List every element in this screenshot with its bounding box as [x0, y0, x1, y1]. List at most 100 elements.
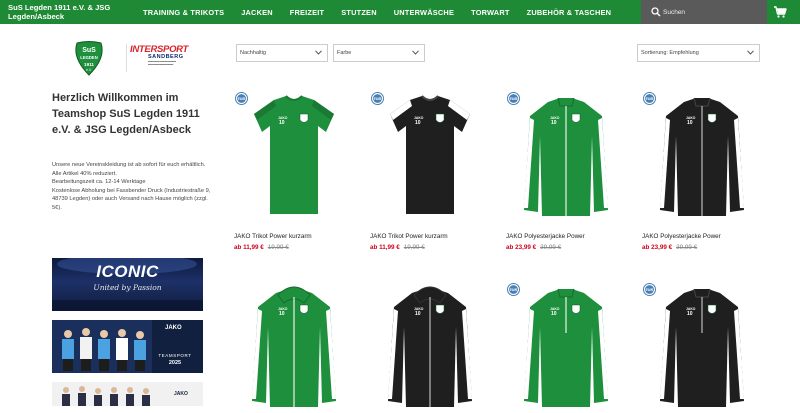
shirt-brand: JAKO	[278, 116, 288, 120]
product-name[interactable]: JAKO Trikot Power kurzarm	[370, 233, 448, 240]
club-logo-line2: LEGDEN	[80, 55, 97, 60]
chevron-down-icon	[412, 50, 419, 55]
welcome-heading: Herzlich Willkommen im Teamshop SuS Legd…	[52, 92, 200, 136]
product-price: ab 23,99 €39,99 €	[506, 244, 561, 251]
shirt-number: 10	[279, 311, 285, 317]
nav-jacken[interactable]: JACKEN	[241, 8, 273, 17]
price-original: 39,99 €	[676, 244, 698, 251]
teamsport-label: TEAMSPORT	[158, 353, 192, 358]
intro-line-3: Bearbeitungszeit ca. 12-14 Werktage	[52, 179, 146, 185]
store-name-link[interactable]: SuS Legden 1911 e.V. & JSG Legden/Asbeck	[8, 3, 138, 21]
product-card[interactable]: 10 JAKO FAIR JAKO Polyesterjacke Power ab …	[506, 92, 626, 251]
club-crest-icon	[707, 113, 717, 123]
product-image: 10 JAKO	[390, 95, 470, 214]
nav-torwart[interactable]: TORWART	[471, 8, 510, 17]
shirt-number: 10	[279, 120, 285, 126]
product-image: 10 JAKO	[660, 97, 744, 216]
price-current: ab 23,99 €	[642, 244, 673, 251]
price-original: 39,99 €	[540, 244, 562, 251]
svg-text:FAIR: FAIR	[510, 97, 518, 101]
fair-badge-icon: FAIR	[507, 283, 520, 296]
search-input[interactable]	[663, 5, 759, 19]
product-card[interactable]: 10 JAKO FAIR	[642, 283, 762, 413]
garment-body	[390, 96, 470, 214]
cart-icon[interactable]	[773, 5, 787, 19]
product-thumbnail[interactable]: 10 JAKO FAIR	[370, 92, 490, 222]
chevron-down-icon	[315, 50, 322, 55]
promo-banner[interactable]: JAKO	[52, 382, 203, 406]
club-logo-year: 1911	[84, 62, 94, 67]
shirt-number: 10	[687, 120, 693, 126]
product-card[interactable]: 10 JAKO FAIR	[506, 283, 626, 413]
club-crest-icon	[435, 113, 445, 123]
chevron-down-icon	[747, 50, 754, 55]
shirt-brand: JAKO	[686, 116, 696, 120]
team-players-image	[52, 320, 152, 373]
intro-line-1: Unsere neue Vereinskleidung ist ab sofor…	[52, 162, 206, 168]
teamsport-brand: JAKO	[165, 325, 182, 331]
product-card[interactable]: 10 JAKO FAIR JAKO Trikot Power kurzarm ab …	[370, 92, 490, 251]
product-thumbnail[interactable]: 10 JAKO FAIR	[506, 92, 626, 222]
shirt-number: 10	[415, 311, 421, 317]
top-navigation-bar: SuS Legden 1911 e.V. & JSG Legden/Asbeck…	[0, 0, 800, 24]
shirt-number: 10	[551, 311, 557, 317]
club-logo[interactable]: SuS LEGDEN 1911 e.V.	[69, 40, 109, 76]
product-image: 10 JAKO	[660, 288, 744, 407]
filter-color-dropdown[interactable]: Farbe	[333, 44, 425, 62]
product-card[interactable]: 10 JAKO	[234, 283, 354, 413]
product-image: 10 JAKO	[388, 286, 472, 407]
product-card[interactable]: 10 JAKO	[370, 283, 490, 413]
sort-dropdown[interactable]: Sortierung: Empfehlung	[637, 44, 760, 62]
svg-text:FAIR: FAIR	[374, 97, 382, 101]
intersport-fineprint: ▬▬▬▬▬▬▬▬▬▬ ▬▬▬▬▬▬▬▬▬	[148, 59, 176, 67]
nav-zubehoer-taschen[interactable]: ZUBEHÖR & TASCHEN	[527, 8, 612, 17]
garment-collar	[693, 288, 711, 298]
nav-stutzen[interactable]: STUTZEN	[341, 8, 376, 17]
product-card[interactable]: 10 JAKO FAIR JAKO Polyesterjacke Power ab …	[642, 92, 762, 251]
teamsport-banner[interactable]: JAKO TEAMSPORT 2025	[52, 320, 203, 373]
nav-training-trikots[interactable]: TRAINING & TRIKOTS	[143, 8, 224, 17]
club-logo-suffix: e.V.	[86, 68, 92, 72]
product-image: 10 JAKO	[254, 95, 334, 214]
product-thumbnail[interactable]: 10 JAKO FAIR	[642, 92, 762, 222]
intro-line-4: Kostenlose Abholung bei Fassbender Druck…	[52, 187, 211, 211]
club-crest-icon	[299, 113, 309, 123]
product-name[interactable]: JAKO Polyesterjacke Power	[642, 233, 721, 240]
nav-unterwaesche[interactable]: UNTERWÄSCHE	[394, 8, 454, 17]
product-image: 10 JAKO	[524, 97, 608, 216]
nav-freizeit[interactable]: FREIZEIT	[290, 8, 324, 17]
club-crest-icon	[571, 113, 581, 123]
main-nav: TRAINING & TRIKOTS JACKEN FREIZEIT STUTZ…	[143, 0, 628, 24]
iconic-banner[interactable]: ICONIC United by Passion	[52, 258, 203, 311]
product-thumbnail[interactable]: 10 JAKO	[234, 283, 354, 413]
product-name[interactable]: JAKO Polyesterjacke Power	[506, 233, 585, 240]
svg-text:FAIR: FAIR	[646, 97, 654, 101]
product-thumbnail[interactable]: 10 JAKO	[370, 283, 490, 413]
logo-divider	[126, 44, 127, 72]
price-current: ab 23,99 €	[506, 244, 537, 251]
fair-badge-icon: FAIR	[371, 92, 384, 105]
shirt-number: 10	[551, 120, 557, 126]
fair-badge-icon: FAIR	[235, 92, 248, 105]
garment-collar	[557, 288, 575, 298]
teamsport-year: 2025	[168, 360, 182, 366]
iconic-title: ICONIC	[96, 262, 159, 281]
garment-collar	[693, 97, 711, 107]
filter-sustainable-dropdown[interactable]: Nachhaltig	[236, 44, 328, 62]
product-thumbnail[interactable]: 10 JAKO FAIR	[234, 92, 354, 222]
product-image: 10 JAKO	[524, 288, 608, 407]
search-icon[interactable]	[651, 7, 661, 17]
fair-badge-icon: FAIR	[507, 92, 520, 105]
product-thumbnail[interactable]: 10 JAKO FAIR	[506, 283, 626, 413]
product-thumbnail[interactable]: 10 JAKO FAIR	[642, 283, 762, 413]
intro-line-2: Alle Artikel 40% reduziert.	[52, 170, 117, 177]
promo-players-image	[62, 386, 150, 406]
sort-label: Sortierung: Empfehlung	[641, 50, 699, 56]
intersport-logo[interactable]: INTERSPORT SANDBERG ▬▬▬▬▬▬▬▬▬▬ ▬▬▬▬▬▬▬▬▬	[130, 44, 204, 72]
intro-text: Unsere neue Vereinskleidung ist ab sofor…	[52, 161, 212, 212]
iconic-subtitle: United by Passion	[93, 283, 162, 292]
product-name[interactable]: JAKO Trikot Power kurzarm	[234, 233, 312, 240]
product-card[interactable]: 10 JAKO FAIR JAKO Trikot Power kurzarm ab …	[234, 92, 354, 251]
shirt-number: 10	[415, 120, 421, 126]
shirt-number: 10	[687, 311, 693, 317]
